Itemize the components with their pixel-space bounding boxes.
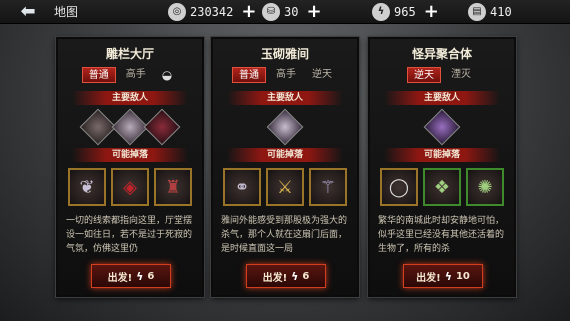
stage-card-3: 怪异聚合体 逆天 湮灭 主要敌人 可能掉落 ◯ ❖ ✺ 繁华的南城此时却安静地可… (368, 37, 516, 297)
stage-title: 雕栏大厅 (105, 47, 154, 61)
enemies-header: 主要敌人 (72, 91, 188, 105)
tab-difficulty-heaven[interactable]: 逆天 (407, 67, 441, 83)
gem-icon: ◈ (123, 176, 137, 198)
ingot-icon: ⛁ (262, 2, 280, 21)
difficulty-tabs: 普通 高手 逆天 (213, 67, 357, 84)
stage-title: 怪异聚合体 (411, 47, 472, 61)
bracer-icon: ⚭ (234, 176, 250, 198)
tab-difficulty-normal[interactable]: 普通 (81, 67, 116, 83)
tab-difficulty-expert[interactable]: 高手 (270, 67, 302, 83)
ticket-icon: ▤ (468, 2, 486, 21)
lightning-icon: ϟ (136, 269, 144, 283)
enemy-portrait[interactable] (143, 108, 181, 146)
drop-item[interactable]: ◯ (380, 168, 418, 206)
tab-difficulty-annihilation[interactable]: 湮灭 (445, 67, 477, 83)
map-label: 地图 (54, 5, 79, 19)
enemies-header: 主要敌人 (227, 91, 343, 105)
back-arrow-icon[interactable]: ⬅ (8, 1, 48, 22)
sword-icon: ⚔ (276, 176, 294, 198)
orb-icon: ✺ (477, 176, 493, 198)
enemies-header: 主要敌人 (384, 91, 500, 105)
resource-coins: ◎ 230342 + (168, 0, 256, 24)
coin-icon: ◎ (168, 2, 186, 21)
tab-difficulty-heaven[interactable]: 逆天 (306, 67, 338, 83)
wing-icon: ❦ (79, 176, 95, 198)
ring-icon: ◯ (388, 176, 410, 198)
stage-description: 繁华的南城此时却安静地可怕，似乎这里已经没有其他还活着的生物了，所有的杀 (378, 216, 505, 254)
coin-value: 230342 (190, 4, 234, 19)
tab-difficulty-expert[interactable]: 高手 (120, 67, 152, 83)
enemy-portrait[interactable] (266, 108, 304, 146)
resource-tickets: ▤ 410 (468, 0, 512, 24)
go-button[interactable]: 出发! ϟ 6 (91, 264, 171, 288)
energy-value: 965 (394, 4, 416, 19)
drops-header: 可能掉落 (384, 148, 500, 162)
blade-icon: ⚚ (319, 176, 337, 198)
go-label: 出发! (416, 272, 441, 284)
drop-item[interactable]: ❦ (68, 168, 106, 206)
go-button[interactable]: 出发! ϟ 6 (246, 264, 326, 288)
resource-ingots: ⛁ 30 + (262, 0, 322, 24)
drop-item[interactable]: ⚔ (266, 168, 304, 206)
drop-item[interactable]: ❖ (423, 168, 461, 206)
go-button[interactable]: 出发! ϟ 10 (403, 264, 483, 288)
drops-header: 可能掉落 (72, 148, 188, 162)
stage-description: 一切的线索都指向这里，厅堂摆设一如往日，若不是过于死寂的气氛，仿佛这里仍 (66, 216, 193, 254)
go-label: 出发! (107, 272, 133, 284)
add-coins-button[interactable]: + (241, 1, 256, 22)
drop-item[interactable]: ⚚ (309, 168, 347, 206)
mask-icon[interactable]: ◒ (156, 67, 178, 83)
add-ingots-button[interactable]: + (306, 1, 321, 22)
lightning-icon: ϟ (291, 269, 299, 283)
enemy-list (370, 108, 514, 146)
drop-list: ❦ ◈ ♜ (58, 168, 202, 206)
energy-cost: 6 (147, 270, 155, 282)
drop-list: ◯ ❖ ✺ (370, 168, 514, 206)
lightning-icon: ϟ (444, 269, 452, 283)
ingot-value: 30 (284, 4, 299, 19)
difficulty-tabs: 逆天 湮灭 (370, 67, 514, 84)
enemy-portrait[interactable] (423, 108, 461, 146)
drop-item[interactable]: ◈ (111, 168, 149, 206)
energy-cost: 6 (302, 270, 310, 282)
enemy-list (213, 108, 357, 146)
ticket-value: 410 (490, 4, 512, 19)
go-label: 出发! (262, 272, 288, 284)
difficulty-tabs: 普通 高手 ◒ (58, 67, 202, 84)
stage-description: 雅间外能感受到那股极为强大的杀气，那个人就在这扇门后面，是时候直面这一局 (221, 216, 348, 254)
resource-energy: ϟ 965 + (372, 0, 439, 24)
energy-cost: 10 (455, 270, 470, 282)
stage-card-2: 玉砌雅间 普通 高手 逆天 主要敌人 可能掉落 ⚭ ⚔ ⚚ 雅间外能感受到那股极… (211, 37, 359, 297)
armor-icon: ♜ (164, 176, 182, 198)
lightning-icon: ϟ (372, 2, 390, 21)
tab-difficulty-normal[interactable]: 普通 (232, 67, 266, 83)
add-energy-button[interactable]: + (424, 1, 439, 22)
drop-item[interactable]: ⚭ (223, 168, 261, 206)
amulet-icon: ❖ (433, 176, 451, 198)
stage-card-1: 雕栏大厅 普通 高手 ◒ 主要敌人 可能掉落 ❦ ◈ ♜ 一切的线索都指向这里，… (56, 37, 204, 297)
drop-item[interactable]: ♜ (154, 168, 192, 206)
top-bar: ⬅ 地图 ◎ 230342 + ⛁ 30 + ϟ 965 + ▤ 410 (0, 0, 570, 24)
drop-item[interactable]: ✺ (466, 168, 504, 206)
stage-title: 玉砌雅间 (260, 47, 309, 61)
drop-list: ⚭ ⚔ ⚚ (213, 168, 357, 206)
enemy-list (58, 108, 202, 146)
drops-header: 可能掉落 (227, 148, 343, 162)
